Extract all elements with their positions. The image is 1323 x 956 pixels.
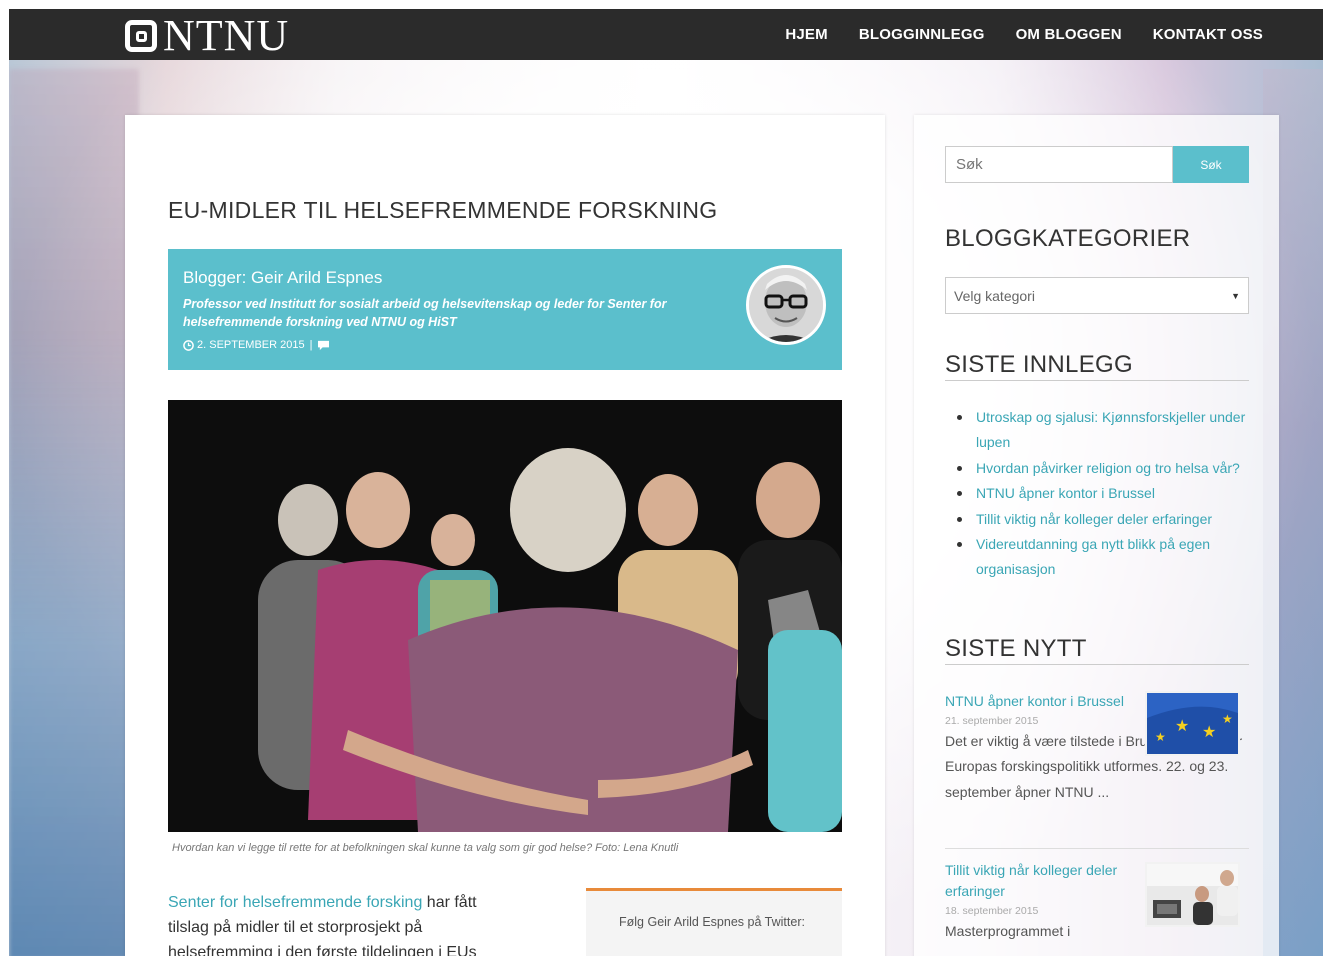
news-divider [945, 848, 1249, 849]
categories-title: BLOGGKATEGORIER [945, 225, 1191, 252]
body-link-senter[interactable]: Senter for helsefremmende forsking [168, 894, 422, 911]
meta-separator: | [309, 339, 313, 351]
svg-text:★: ★ [1155, 730, 1166, 744]
author-box: Blogger: Geir Arild Espnes Professor ved… [168, 249, 842, 370]
author-description: Professor ved Institutt for sosialt arbe… [183, 297, 667, 329]
author-avatar [746, 265, 826, 345]
news-thumbnail-office[interactable] [1145, 862, 1240, 927]
search-button[interactable]: Søk [1173, 146, 1249, 183]
ntnu-logo-icon [125, 20, 157, 52]
top-navigation-bar: NTNU HJEM BLOGGINNLEGG OM BLOGGEN KONTAK… [9, 9, 1323, 60]
news-thumbnail-eu-flag[interactable]: ★ ★ ★ ★ [1145, 691, 1240, 756]
nav-item-blogginnlegg[interactable]: BLOGGINNLEGG [859, 26, 985, 43]
svg-text:★: ★ [1175, 716, 1189, 735]
sidebar: Søk BLOGGKATEGORIER Velg kategori ▼ SIST… [914, 115, 1279, 956]
svg-text:★: ★ [1222, 712, 1233, 726]
news-item: NTNU åpner kontor i Brussel 21. septembe… [945, 691, 1249, 805]
recent-posts-title: SISTE INNLEGG [945, 351, 1133, 378]
recent-post-item[interactable]: Videreutdanning ga nytt blikk på egen or… [957, 532, 1266, 583]
recent-post-item[interactable]: Utroskap og sjalusi: Kjønnsforskjeller u… [957, 405, 1266, 456]
image-caption: Hvordan kan vi legge til rette for at be… [172, 842, 679, 854]
nav-item-hjem[interactable]: HJEM [785, 26, 827, 43]
site-logo[interactable]: NTNU [125, 11, 290, 60]
category-select-value: Velg kategori [954, 287, 1035, 304]
recent-post-item[interactable]: NTNU åpner kontor i Brussel [957, 481, 1266, 506]
latest-news-divider [945, 664, 1249, 665]
recent-post-item[interactable]: Tillit viktig når kolleger deler erfarin… [957, 507, 1266, 532]
search-input[interactable] [945, 146, 1173, 183]
svg-text:★: ★ [1202, 722, 1216, 741]
main-content: EU-MIDLER TIL HELSEFREMMENDE FORSKNING B… [125, 115, 885, 956]
author-name: Blogger: Geir Arild Espnes [183, 268, 383, 287]
logo-text: NTNU [163, 11, 290, 60]
recent-posts-divider [945, 380, 1249, 381]
news-item-title[interactable]: NTNU åpner kontor i Brussel [945, 691, 1135, 712]
twitter-follow-box: Følg Geir Arild Espnes på Twitter: [586, 888, 842, 956]
clock-icon [183, 339, 194, 351]
main-nav: HJEM BLOGGINNLEGG OM BLOGGEN KONTAKT OSS [754, 9, 1263, 60]
twitter-follow-label: Følg Geir Arild Espnes på Twitter: [619, 915, 805, 929]
nav-item-om-bloggen[interactable]: OM BLOGGEN [1016, 26, 1122, 43]
news-item-title[interactable]: Tillit viktig når kolleger deler erfarin… [945, 860, 1135, 902]
post-title: EU-MIDLER TIL HELSEFREMMENDE FORSKNING [168, 197, 718, 223]
post-meta: 2. SEPTEMBER 2015 | [183, 339, 330, 351]
comment-icon[interactable] [317, 340, 330, 351]
news-item: Tillit viktig når kolleger deler erfarin… [945, 860, 1249, 944]
nav-item-kontakt-oss[interactable]: KONTAKT OSS [1153, 26, 1263, 43]
post-body: Senter for helsefremmende forsking har f… [168, 890, 513, 956]
background-streak-left [9, 69, 139, 956]
page-frame: NTNU HJEM BLOGGINNLEGG OM BLOGGEN KONTAK… [9, 9, 1323, 956]
recent-post-item[interactable]: Hvordan påvirker religion og tro helsa v… [957, 456, 1266, 481]
recent-posts-list: Utroskap og sjalusi: Kjønnsforskjeller u… [957, 405, 1266, 583]
post-date: 2. SEPTEMBER 2015 [197, 339, 305, 351]
latest-news-title: SISTE NYTT [945, 635, 1087, 662]
post-featured-image [168, 400, 842, 832]
category-select[interactable]: Velg kategori ▼ [945, 277, 1249, 314]
caret-down-icon: ▼ [1231, 290, 1240, 301]
